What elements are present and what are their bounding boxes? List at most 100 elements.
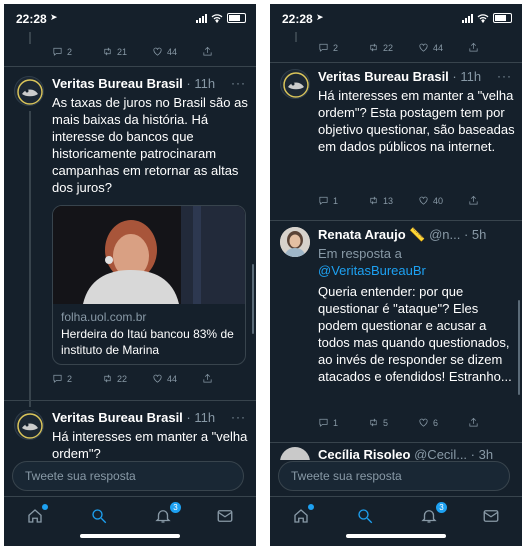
share-icon <box>202 46 213 57</box>
retweet-button[interactable]: 5 <box>368 417 418 428</box>
retweet-button[interactable]: 22 <box>368 42 418 53</box>
tab-notifications[interactable]: 3 <box>420 502 447 527</box>
tweet-text: Há interesses em manter a "velha ordem"? <box>52 429 248 460</box>
battery-icon <box>493 13 512 23</box>
share-icon <box>468 417 479 428</box>
author-name[interactable]: Renata Araujo <box>318 227 406 242</box>
like-icon <box>418 417 429 428</box>
notifications-icon <box>155 510 171 523</box>
tweet[interactable]: Veritas Bureau Brasil · 11h ··· Há inter… <box>4 401 256 460</box>
tab-messages[interactable] <box>216 507 236 527</box>
tweet-text: As taxas de juros no Brasil são as mais … <box>52 95 248 195</box>
notification-badge: 3 <box>436 502 447 513</box>
reply-input[interactable] <box>13 462 243 490</box>
author-handle[interactable]: @n... <box>429 227 460 242</box>
avatar[interactable] <box>14 410 44 440</box>
link-card[interactable]: folha.uol.com.br Herdeira do Itaú bancou… <box>52 205 246 365</box>
share-button[interactable] <box>468 195 518 206</box>
tab-notifications[interactable]: 3 <box>154 502 181 527</box>
reply-input[interactable] <box>279 462 509 490</box>
tweet-age: 11h <box>194 410 216 425</box>
tweet-actions: 1 13 40 <box>318 195 518 206</box>
tab-search[interactable] <box>90 507 110 527</box>
retweet-button[interactable]: 13 <box>368 195 418 206</box>
tweet-thread[interactable]: 2 22 44 Veritas Bureau Brasil · 11h ··· … <box>270 32 522 460</box>
author-name[interactable]: Veritas Bureau Brasil <box>318 69 449 84</box>
tweet[interactable]: Cecília Risoleo @Cecil... · 3h <box>270 443 522 460</box>
bottom-tab-bar: 3 <box>4 496 256 546</box>
retweet-icon <box>102 373 113 384</box>
like-button[interactable]: 6 <box>418 417 468 428</box>
unread-dot <box>42 504 48 510</box>
avatar[interactable] <box>280 227 310 257</box>
home-indicator <box>346 534 446 538</box>
tweet-header: Veritas Bureau Brasil · 11h <box>52 410 216 425</box>
share-button[interactable] <box>468 417 518 428</box>
reply-button[interactable]: 1 <box>318 195 368 206</box>
retweet-button[interactable]: 22 <box>102 373 152 384</box>
reply-button[interactable]: 2 <box>318 42 368 53</box>
tweet[interactable]: Veritas Bureau Brasil · 11h ··· As taxas… <box>4 67 256 407</box>
tweet[interactable]: Renata Araujo 📏 @n... · 5h Em resposta a… <box>270 221 522 446</box>
tab-messages[interactable] <box>482 507 502 527</box>
search-icon <box>358 509 373 524</box>
share-icon <box>202 373 213 384</box>
tab-search[interactable] <box>356 507 376 527</box>
reply-composer[interactable] <box>278 461 510 491</box>
replying-to-handle[interactable]: @VeritasBureauBr <box>318 263 426 278</box>
phone-screen-right: 22:28 ➤ 2 22 44 Veritas Bureau Brasil · … <box>270 4 522 546</box>
like-icon <box>418 42 429 53</box>
like-button[interactable]: 44 <box>152 373 202 384</box>
tweet-header: Veritas Bureau Brasil · 11h <box>318 69 482 84</box>
more-icon[interactable]: ··· <box>231 76 246 90</box>
more-icon[interactable]: ··· <box>497 69 512 83</box>
scrollbar[interactable] <box>518 300 520 395</box>
bottom-tab-bar: 3 <box>270 496 522 546</box>
location-arrow-icon: ➤ <box>316 12 324 22</box>
reply-button[interactable]: 2 <box>52 373 102 384</box>
share-button[interactable] <box>202 373 252 384</box>
share-button[interactable] <box>202 46 252 57</box>
reply-button[interactable]: 2 <box>52 46 102 57</box>
reply-icon <box>318 42 329 53</box>
tweet-age: 5h <box>471 227 487 242</box>
unread-dot <box>308 504 314 510</box>
author-name[interactable]: Cecília Risoleo <box>318 447 410 460</box>
avatar-photo <box>280 227 310 257</box>
status-bar: 22:28 ➤ <box>4 4 256 32</box>
card-image <box>53 206 245 304</box>
reply-composer[interactable] <box>12 461 244 491</box>
tab-home[interactable] <box>292 504 314 527</box>
battery-icon <box>227 13 246 23</box>
like-button[interactable]: 44 <box>418 42 468 53</box>
tweet-actions-top: 2 21 44 <box>52 46 252 57</box>
author-name[interactable]: Veritas Bureau Brasil <box>52 410 183 425</box>
signal-icon <box>196 13 207 23</box>
retweet-icon <box>368 42 379 53</box>
tweet-header: Cecília Risoleo @Cecil... · 3h <box>318 447 494 460</box>
share-icon <box>468 42 479 53</box>
reply-button[interactable]: 1 <box>318 417 368 428</box>
avatar[interactable] <box>280 69 310 99</box>
author-handle[interactable]: @Cecil... <box>414 447 467 460</box>
tweet-actions: 1 5 6 <box>318 417 518 428</box>
author-name[interactable]: Veritas Bureau Brasil <box>52 76 183 91</box>
tab-home[interactable] <box>26 504 48 527</box>
wifi-icon <box>211 13 223 23</box>
retweet-button[interactable]: 21 <box>102 46 152 57</box>
like-icon <box>152 46 163 57</box>
avatar[interactable] <box>280 447 310 460</box>
share-button[interactable] <box>468 42 518 53</box>
tweet-text: Queria entender: por que questionar é "a… <box>318 284 512 384</box>
avatar[interactable] <box>14 76 44 106</box>
scrollbar[interactable] <box>252 264 254 334</box>
tweet[interactable]: Veritas Bureau Brasil · 11h ··· Há inter… <box>270 63 522 223</box>
search-icon <box>92 509 107 524</box>
more-icon[interactable]: ··· <box>231 410 246 424</box>
like-button[interactable]: 40 <box>418 195 468 206</box>
thread-line <box>295 32 297 42</box>
location-arrow-icon: ➤ <box>50 12 58 22</box>
like-button[interactable]: 44 <box>152 46 202 57</box>
tweet-header: Renata Araujo 📏 @n... · 5h <box>318 227 487 242</box>
tweet-thread[interactable]: 2 21 44 Veritas Bureau Brasil · 11h ··· … <box>4 32 256 460</box>
